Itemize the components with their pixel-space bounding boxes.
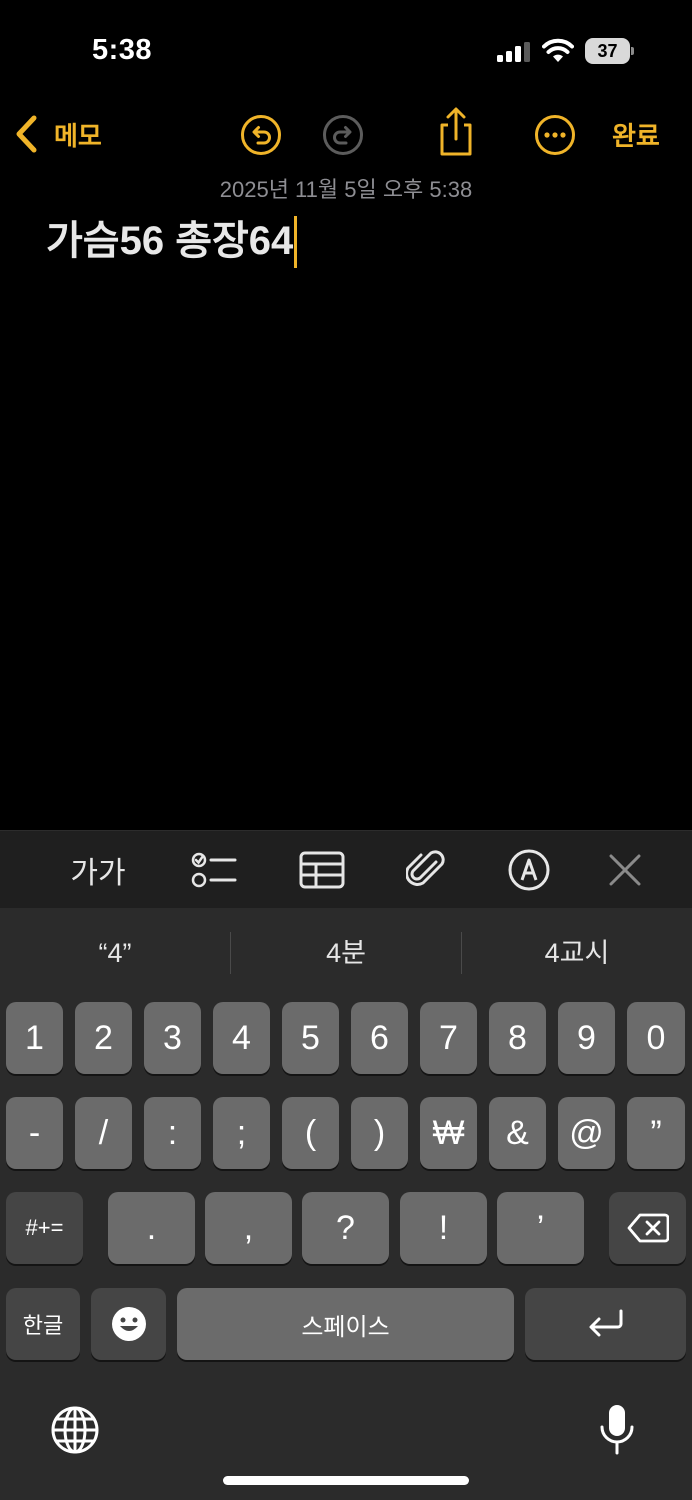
done-button[interactable]: 완료 (612, 116, 660, 153)
return-icon (589, 1309, 622, 1337)
key-slash[interactable]: / (75, 1097, 132, 1169)
suggestion-bar: “4” 4분 4교시 (0, 908, 692, 998)
close-toolbar-button[interactable] (604, 848, 646, 892)
cellular-signal-icon (497, 42, 530, 62)
key-close-paren[interactable]: ) (351, 1097, 408, 1169)
back-button[interactable]: 메모 (12, 112, 102, 156)
key-hyphen[interactable]: - (6, 1097, 63, 1169)
text-format-label: 가가 (70, 857, 126, 890)
undo-icon[interactable] (239, 113, 283, 157)
key-5[interactable]: 5 (282, 1002, 339, 1074)
key-9[interactable]: 9 (558, 1002, 615, 1074)
back-label: 메모 (54, 120, 102, 151)
suggestion-item[interactable]: 4교시 (462, 930, 692, 976)
key-open-paren[interactable]: ( (282, 1097, 339, 1169)
more-icon[interactable] (533, 113, 577, 157)
status-bar: 5:38 37 (0, 0, 692, 100)
markup-button[interactable] (507, 848, 551, 892)
key-2[interactable]: 2 (75, 1002, 132, 1074)
key-comma[interactable]: , (205, 1192, 292, 1264)
key-4[interactable]: 4 (213, 1002, 270, 1074)
key-colon[interactable]: : (144, 1097, 201, 1169)
symbols-toggle-key[interactable]: #+= (6, 1192, 83, 1264)
key-question[interactable]: ? (302, 1192, 389, 1264)
close-icon (609, 854, 641, 886)
home-indicator (223, 1476, 469, 1485)
checklist-icon (191, 852, 237, 888)
key-quote[interactable]: ” (627, 1097, 685, 1169)
chevron-left-icon (16, 115, 37, 153)
battery-cap (631, 47, 634, 55)
key-1[interactable]: 1 (6, 1002, 63, 1074)
note-text: 가슴56 총장64 (46, 219, 294, 263)
key-3[interactable]: 3 (144, 1002, 201, 1074)
wifi-icon (542, 38, 574, 62)
note-date: 2025년 11월 5일 오후 5:38 (219, 177, 473, 202)
key-apostrophe[interactable]: ’ (497, 1192, 584, 1264)
battery-indicator: 37 (585, 38, 635, 64)
table-icon (299, 851, 345, 889)
key-exclamation[interactable]: ! (400, 1192, 487, 1264)
suggestion-item[interactable]: 4분 (231, 930, 461, 976)
status-time: 5:38 (92, 34, 153, 66)
key-period[interactable]: . (108, 1192, 195, 1264)
attachment-button[interactable] (404, 848, 448, 892)
format-toolbar: 가가 (0, 830, 692, 908)
text-cursor (294, 216, 298, 268)
key-ampersand[interactable]: & (489, 1097, 546, 1169)
note-body[interactable]: 가슴56 총장64 (46, 216, 298, 268)
emoji-icon (111, 1307, 146, 1341)
key-7[interactable]: 7 (420, 1002, 477, 1074)
key-8[interactable]: 8 (489, 1002, 546, 1074)
redo-icon[interactable] (321, 113, 365, 157)
key-0[interactable]: 0 (627, 1002, 685, 1074)
emoji-key[interactable] (91, 1288, 166, 1360)
globe-icon[interactable] (49, 1404, 101, 1456)
language-key[interactable]: 한글 (6, 1288, 80, 1360)
battery-level: 37 (597, 41, 618, 61)
table-button[interactable] (298, 848, 346, 892)
nav-bar: 메모 완료 (0, 100, 692, 170)
key-won[interactable]: ₩ (420, 1097, 477, 1169)
key-semicolon[interactable]: ; (213, 1097, 270, 1169)
keyboard: “4” 4분 4교시 1 2 3 4 5 6 7 8 9 0 - / : ; (… (0, 908, 692, 1500)
key-at[interactable]: @ (558, 1097, 615, 1169)
delete-icon (627, 1213, 669, 1243)
checklist-button[interactable] (188, 848, 238, 892)
delete-key[interactable] (609, 1192, 686, 1264)
paperclip-icon (406, 850, 445, 886)
key-6[interactable]: 6 (351, 1002, 408, 1074)
space-key[interactable]: 스페이스 (177, 1288, 514, 1360)
suggestion-item[interactable]: “4” (0, 930, 230, 976)
microphone-icon[interactable] (596, 1402, 638, 1458)
text-format-button[interactable]: 가가 (66, 848, 130, 892)
return-key[interactable] (525, 1288, 686, 1360)
share-icon[interactable] (434, 106, 478, 158)
markup-icon (508, 849, 550, 891)
